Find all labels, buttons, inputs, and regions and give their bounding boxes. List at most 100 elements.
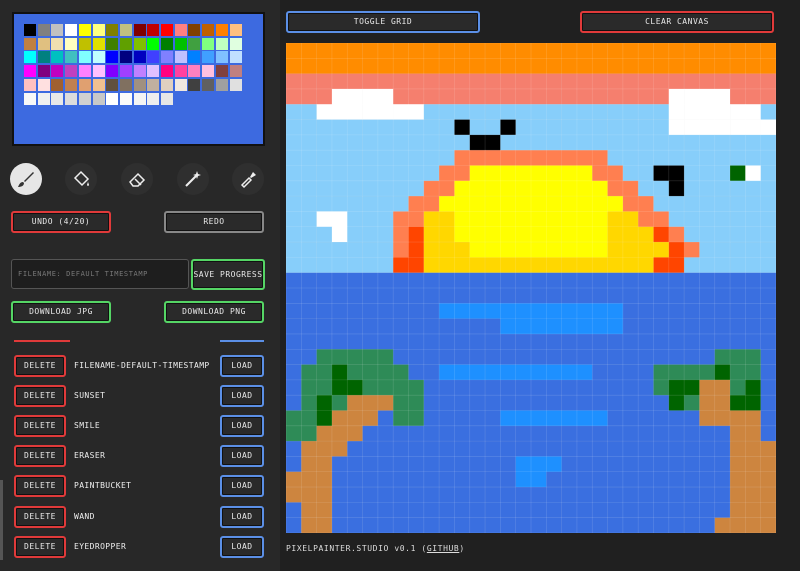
pixel-cell[interactable] (576, 88, 593, 105)
pixel-cell[interactable] (668, 88, 685, 105)
pixel-cell[interactable] (684, 165, 700, 182)
pixel-cell[interactable] (622, 134, 639, 151)
pixel-cell[interactable] (684, 379, 700, 396)
palette-swatch[interactable] (202, 37, 215, 50)
pixel-cell[interactable] (576, 410, 593, 427)
pixel-cell[interactable] (423, 150, 440, 166)
pixel-cell[interactable] (393, 226, 409, 243)
pixel-cell[interactable] (331, 73, 348, 90)
pixel-cell[interactable] (454, 180, 471, 197)
palette-swatch[interactable] (37, 78, 50, 91)
pixel-cell[interactable] (622, 226, 639, 243)
pixel-cell[interactable] (454, 150, 471, 166)
pixel-cell[interactable] (393, 134, 409, 151)
pixel-cell[interactable] (408, 471, 425, 488)
pixel-cell[interactable] (316, 395, 333, 411)
pixel-cell[interactable] (393, 104, 409, 120)
pixel-cell[interactable] (653, 257, 670, 273)
pixel-cell[interactable] (714, 318, 731, 335)
pixel-cell[interactable] (668, 58, 685, 74)
pixel-cell[interactable] (760, 134, 777, 151)
pixel-cell[interactable] (377, 88, 394, 105)
palette-swatch[interactable] (37, 37, 50, 50)
pixel-cell[interactable] (362, 441, 379, 457)
pixel-cell[interactable] (699, 73, 716, 90)
pixel-cell[interactable] (301, 104, 317, 120)
pixel-cell[interactable] (423, 364, 440, 381)
pixel-cell[interactable] (515, 517, 532, 534)
pixel-cell[interactable] (546, 257, 562, 273)
pixel-cell[interactable] (684, 226, 700, 243)
pixel-cell[interactable] (347, 318, 363, 335)
pixel-cell[interactable] (699, 165, 716, 182)
pixel-cell[interactable] (347, 134, 363, 151)
pixel-cell[interactable] (576, 196, 593, 212)
pixel-cell[interactable] (684, 242, 700, 258)
pixel-cell[interactable] (592, 226, 608, 243)
pixel-cell[interactable] (561, 318, 578, 335)
pixel-cell[interactable] (699, 134, 716, 151)
pixel-cell[interactable] (531, 257, 547, 273)
pixel-cell[interactable] (393, 487, 409, 503)
pixel-cell[interactable] (699, 211, 716, 228)
pixel-cell[interactable] (500, 226, 516, 243)
palette-swatch[interactable] (215, 65, 228, 78)
pixel-cell[interactable] (576, 425, 593, 442)
pixel-cell[interactable] (638, 395, 654, 411)
pixel-cell[interactable] (286, 364, 302, 381)
pixel-cell[interactable] (622, 288, 639, 304)
pixel-cell[interactable] (377, 58, 394, 74)
pixel-cell[interactable] (377, 43, 394, 59)
pixel-cell[interactable] (393, 272, 409, 289)
pixel-cell[interactable] (377, 318, 394, 335)
pixel-cell[interactable] (454, 456, 471, 473)
pixel-cell[interactable] (576, 487, 593, 503)
pixel-cell[interactable] (301, 471, 317, 488)
pixel-cell[interactable] (286, 441, 302, 457)
pixel-cell[interactable] (684, 410, 700, 427)
pixel-cell[interactable] (377, 226, 394, 243)
pixel-cell[interactable] (607, 303, 624, 319)
pixel-cell[interactable] (714, 58, 731, 74)
pixel-cell[interactable] (622, 395, 639, 411)
pixel-cell[interactable] (653, 410, 670, 427)
pixel-cell[interactable] (362, 502, 379, 518)
pixel-cell[interactable] (668, 242, 685, 258)
pixel-cell[interactable] (714, 410, 731, 427)
pixel-cell[interactable] (485, 441, 501, 457)
pixel-cell[interactable] (546, 196, 562, 212)
pixel-cell[interactable] (699, 425, 716, 442)
pixel-cell[interactable] (423, 196, 440, 212)
pixel-cell[interactable] (607, 471, 624, 488)
pixel-cell[interactable] (531, 150, 547, 166)
pixel-cell[interactable] (515, 502, 532, 518)
pixel-cell[interactable] (331, 226, 348, 243)
pixel-cell[interactable] (362, 58, 379, 74)
pixel-cell[interactable] (576, 134, 593, 151)
pixel-cell[interactable] (745, 58, 761, 74)
palette-swatch[interactable] (78, 37, 91, 50)
pixel-cell[interactable] (377, 349, 394, 365)
pixel-cell[interactable] (331, 379, 348, 396)
pixel-cell[interactable] (316, 242, 333, 258)
pixel-cell[interactable] (546, 349, 562, 365)
palette-swatch[interactable] (106, 78, 119, 91)
pixel-cell[interactable] (592, 364, 608, 381)
filename-input[interactable]: FILENAME: DEFAULT TIMESTAMP (11, 259, 189, 289)
pixel-cell[interactable] (485, 379, 501, 396)
pixel-cell[interactable] (485, 456, 501, 473)
pixel-cell[interactable] (408, 88, 425, 105)
pixel-cell[interactable] (316, 456, 333, 473)
pixel-cell[interactable] (454, 318, 471, 335)
pixel-cell[interactable] (423, 410, 440, 427)
pixel-cell[interactable] (607, 242, 624, 258)
palette-swatch[interactable] (229, 37, 242, 50)
pixel-cell[interactable] (745, 134, 761, 151)
pixel-cell[interactable] (515, 226, 532, 243)
pixel-cell[interactable] (653, 242, 670, 258)
palette-swatch[interactable] (161, 65, 173, 78)
pixel-cell[interactable] (316, 272, 333, 289)
palette-swatch[interactable] (202, 78, 215, 91)
pixel-cell[interactable] (760, 226, 777, 243)
pixel-cell[interactable] (377, 441, 394, 457)
